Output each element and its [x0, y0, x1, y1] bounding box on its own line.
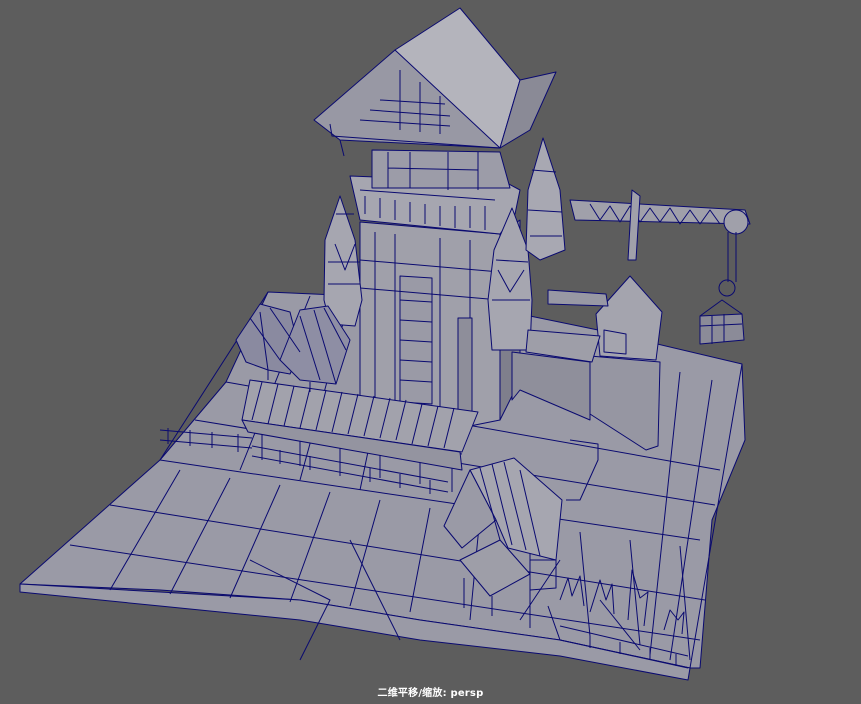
3d-scene-wireframe[interactable] — [0, 0, 861, 704]
camera-status-label: 二维平移/缩放: persp — [377, 688, 484, 699]
tower-crane — [569, 189, 751, 297]
hanging-cargo-crate — [699, 299, 745, 345]
maya-viewport-persp[interactable]: 二维平移/缩放: persp — [0, 0, 861, 704]
